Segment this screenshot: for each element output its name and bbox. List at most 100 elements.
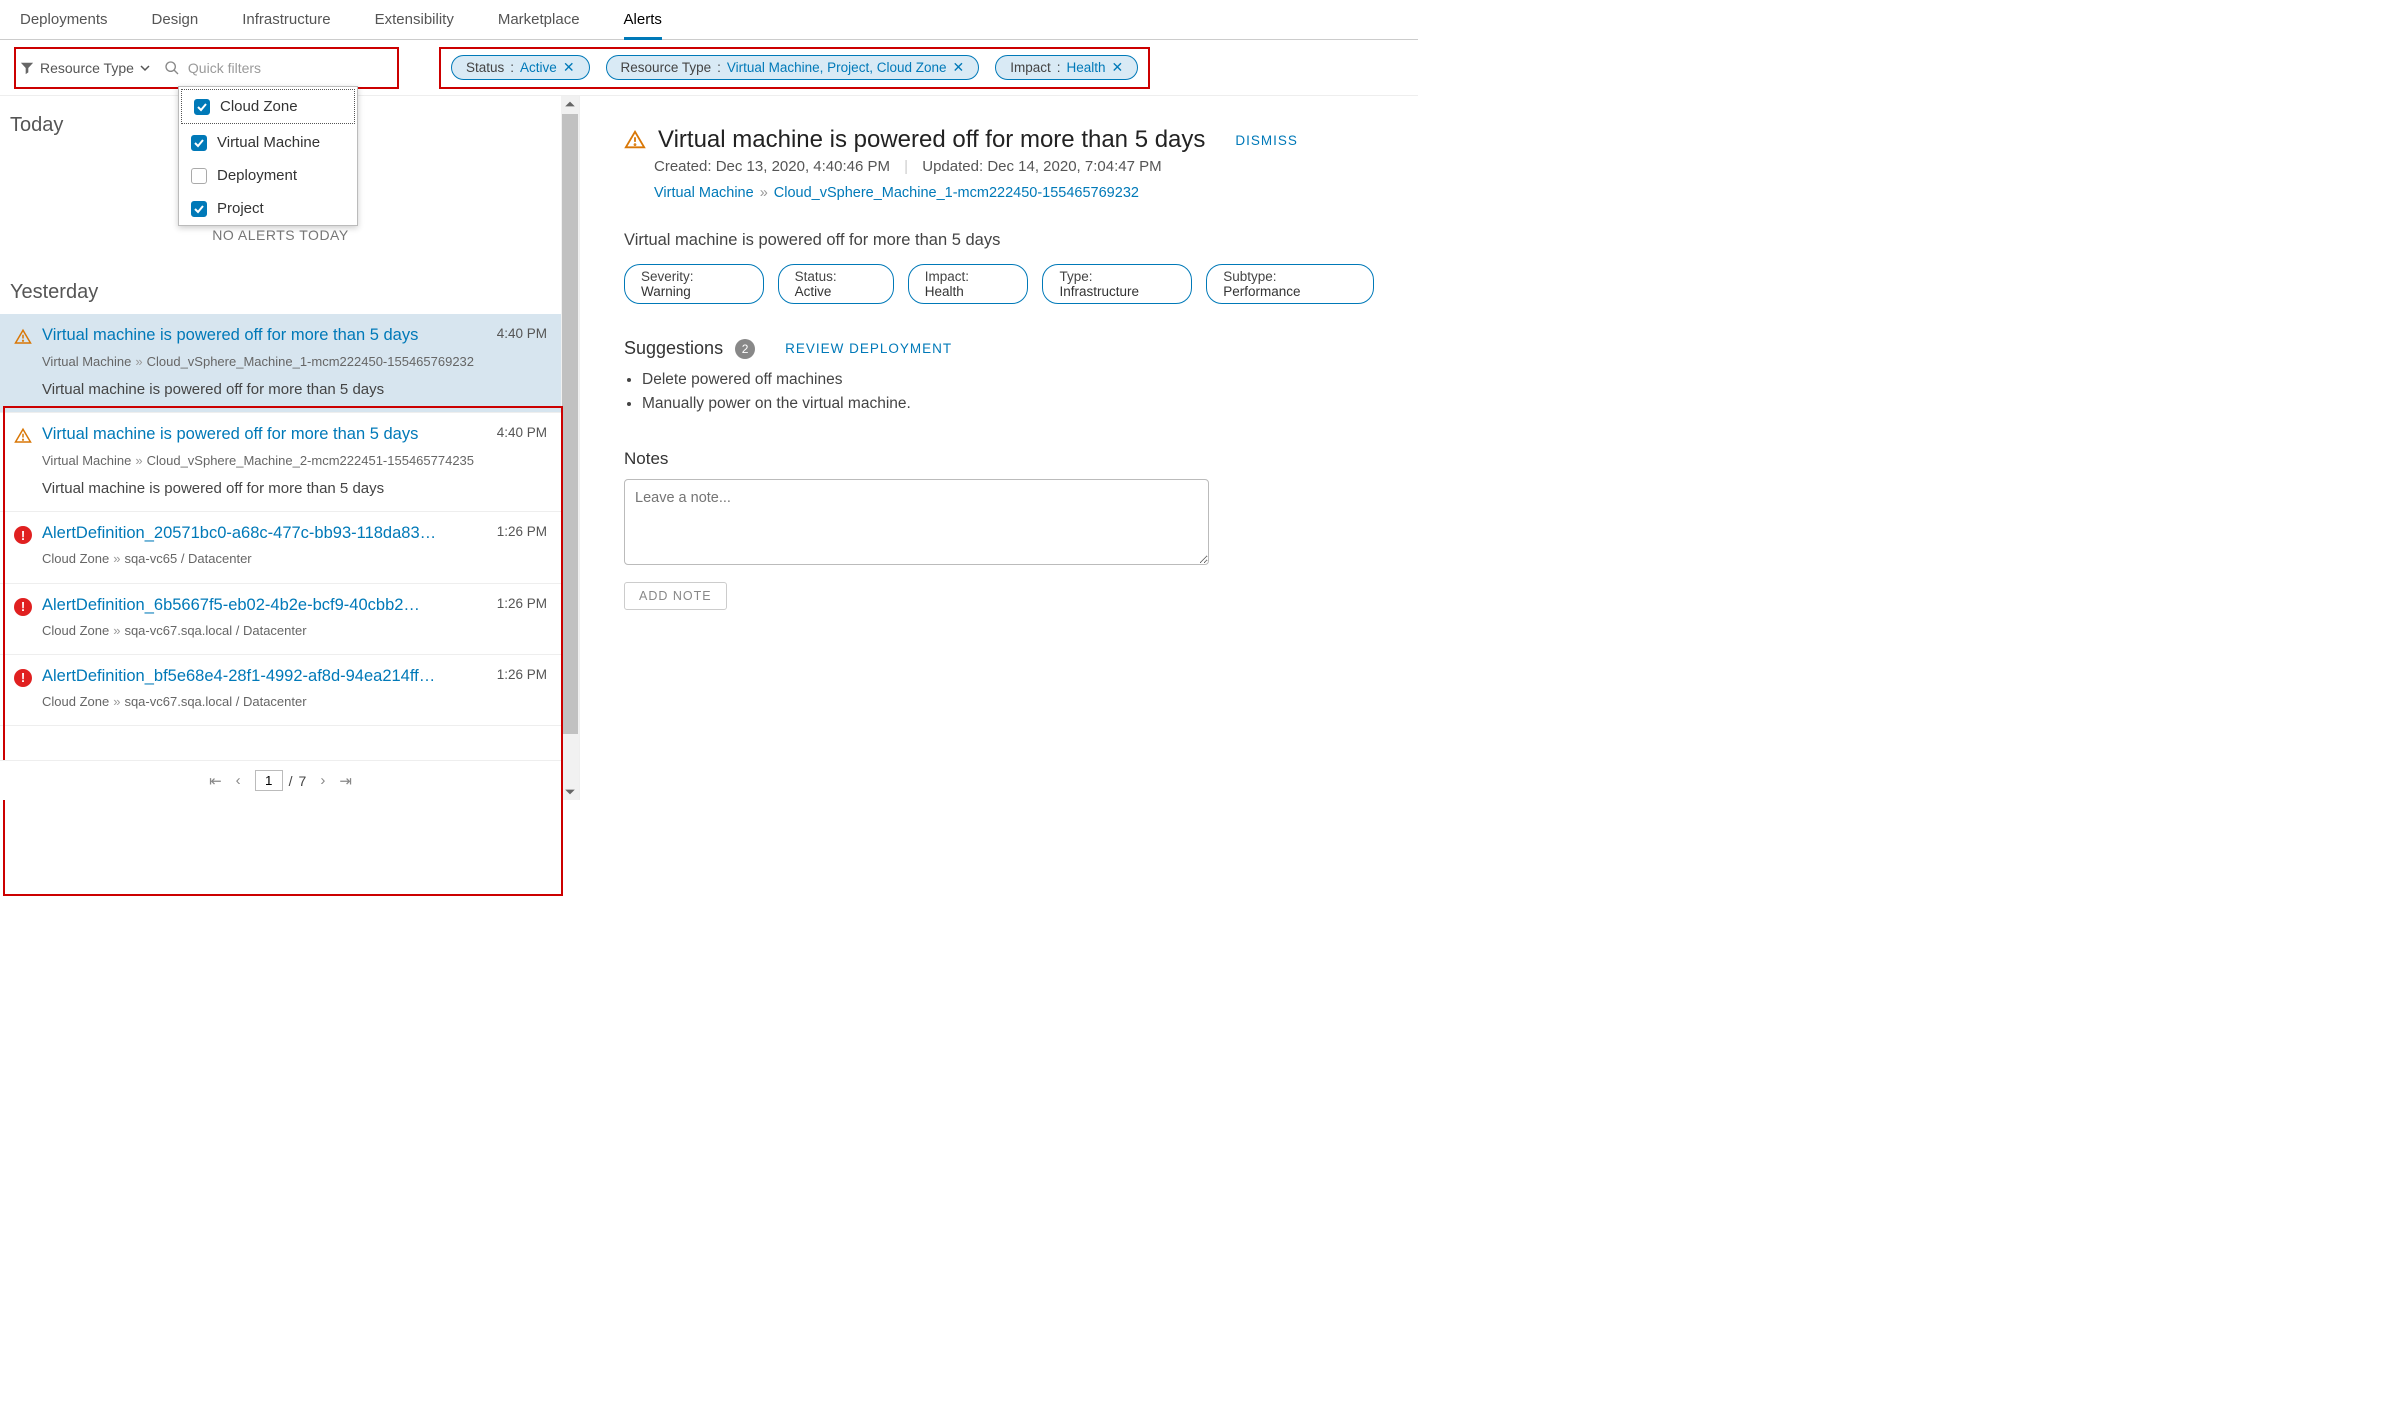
menu-option-cloud-zone[interactable]: Cloud Zone bbox=[181, 89, 355, 124]
menu-option-label: Deployment bbox=[217, 167, 297, 184]
top-nav: Deployments Design Infrastructure Extens… bbox=[0, 0, 1418, 40]
scroll-down-icon[interactable] bbox=[564, 786, 576, 798]
quick-filters[interactable]: Quick filters bbox=[164, 60, 261, 76]
alert-card[interactable]: ! AlertDefinition_bf5e68e4-28f1-4992-af8… bbox=[0, 655, 561, 726]
alert-detail-panel: Virtual machine is powered off for more … bbox=[580, 96, 1418, 800]
scrollbar[interactable] bbox=[561, 96, 579, 800]
page-total: 7 bbox=[299, 773, 307, 789]
page-prev-button[interactable]: ‹ bbox=[236, 772, 241, 789]
suggestions-list: Delete powered off machines Manually pow… bbox=[624, 371, 1374, 413]
filter-pill-status[interactable]: Status: Active ✕ bbox=[451, 55, 590, 80]
quick-filters-placeholder: Quick filters bbox=[188, 60, 261, 76]
menu-option-label: Project bbox=[217, 200, 264, 217]
filter-icon bbox=[20, 61, 34, 75]
filter-pill-impact[interactable]: Impact: Health ✕ bbox=[995, 55, 1138, 80]
alert-card[interactable]: ! AlertDefinition_20571bc0-a68c-477c-bb9… bbox=[0, 512, 561, 583]
page-input[interactable] bbox=[255, 770, 283, 791]
close-icon[interactable]: ✕ bbox=[953, 59, 965, 76]
tab-extensibility[interactable]: Extensibility bbox=[353, 0, 476, 40]
suggestions-header: Suggestions bbox=[624, 338, 723, 359]
critical-icon: ! bbox=[14, 526, 32, 544]
pill-key: Impact bbox=[1010, 60, 1051, 75]
detail-summary: Virtual machine is powered off for more … bbox=[624, 231, 1374, 250]
close-icon[interactable]: ✕ bbox=[563, 59, 575, 76]
detail-dates: Created: Dec 13, 2020, 4:40:46 PM | Upda… bbox=[654, 158, 1374, 175]
checkbox-icon[interactable] bbox=[191, 135, 207, 151]
notes-header: Notes bbox=[624, 449, 1374, 469]
scroll-thumb[interactable] bbox=[562, 114, 578, 734]
tab-deployments[interactable]: Deployments bbox=[20, 0, 130, 40]
tag-severity: Severity: Warning bbox=[624, 264, 764, 304]
alert-title: Virtual machine is powered off for more … bbox=[42, 425, 481, 444]
menu-option-deployment[interactable]: Deployment bbox=[179, 159, 357, 192]
checkbox-icon[interactable] bbox=[194, 99, 210, 115]
alert-title: Virtual machine is powered off for more … bbox=[42, 326, 481, 345]
checkbox-icon[interactable] bbox=[191, 201, 207, 217]
page-next-button[interactable]: › bbox=[320, 772, 325, 789]
pill-value: Health bbox=[1067, 60, 1106, 75]
alert-card[interactable]: ! AlertDefinition_6b5667f5-eb02-4b2e-bcf… bbox=[0, 584, 561, 655]
section-yesterday: Yesterday bbox=[0, 263, 561, 310]
checkbox-icon[interactable] bbox=[191, 168, 207, 184]
alert-summary: Virtual machine is powered off for more … bbox=[42, 480, 547, 497]
alert-breadcrumb: Virtual Machine»Cloud_vSphere_Machine_2-… bbox=[42, 452, 547, 470]
resource-type-dropdown[interactable]: Resource Type bbox=[20, 60, 150, 76]
pill-value: Active bbox=[520, 60, 557, 75]
alert-breadcrumb: Cloud Zone»sqa-vc65 / Datacenter bbox=[42, 550, 547, 568]
pill-key: Status bbox=[466, 60, 504, 75]
warning-icon bbox=[624, 129, 646, 151]
close-icon[interactable]: ✕ bbox=[1112, 59, 1124, 76]
tag-type: Type: Infrastructure bbox=[1042, 264, 1192, 304]
scroll-up-icon[interactable] bbox=[564, 98, 576, 110]
chevron-down-icon bbox=[140, 63, 150, 73]
filter-pill-resource-type[interactable]: Resource Type: Virtual Machine, Project,… bbox=[606, 55, 980, 80]
alert-card[interactable]: Virtual machine is powered off for more … bbox=[0, 413, 561, 512]
detail-title: Virtual machine is powered off for more … bbox=[658, 126, 1205, 154]
alert-list: Virtual machine is powered off for more … bbox=[0, 310, 561, 726]
critical-icon: ! bbox=[14, 669, 32, 687]
detail-tags: Severity: Warning Status: Active Impact:… bbox=[624, 264, 1374, 304]
page-last-button[interactable]: ⇥ bbox=[339, 772, 352, 790]
resource-type-menu: Cloud Zone Virtual Machine Deployment Pr… bbox=[178, 86, 358, 226]
alert-time: 4:40 PM bbox=[497, 326, 547, 341]
alert-title: AlertDefinition_bf5e68e4-28f1-4992-af8d-… bbox=[42, 667, 481, 686]
suggestions-count-badge: 2 bbox=[735, 339, 755, 359]
tag-status: Status: Active bbox=[778, 264, 894, 304]
resource-type-label: Resource Type bbox=[40, 60, 134, 76]
tag-impact: Impact: Health bbox=[908, 264, 1029, 304]
page-first-button[interactable]: ⇤ bbox=[209, 772, 222, 790]
tab-infrastructure[interactable]: Infrastructure bbox=[220, 0, 352, 40]
alert-breadcrumb: Cloud Zone»sqa-vc67.sqa.local / Datacent… bbox=[42, 622, 547, 640]
warning-icon bbox=[14, 427, 32, 448]
menu-option-virtual-machine[interactable]: Virtual Machine bbox=[179, 126, 357, 159]
notes-input[interactable] bbox=[624, 479, 1209, 565]
review-deployment-button[interactable]: REVIEW DEPLOYMENT bbox=[785, 341, 952, 356]
tab-design[interactable]: Design bbox=[130, 0, 221, 40]
alert-breadcrumb: Cloud Zone»sqa-vc67.sqa.local / Datacent… bbox=[42, 693, 547, 711]
page-sep: / bbox=[289, 773, 293, 789]
menu-option-project[interactable]: Project bbox=[179, 192, 357, 225]
critical-icon: ! bbox=[14, 598, 32, 616]
active-filters: Status: Active ✕ Resource Type: Virtual … bbox=[439, 47, 1150, 89]
alert-card[interactable]: Virtual machine is powered off for more … bbox=[0, 314, 561, 413]
search-icon bbox=[164, 60, 180, 76]
empty-message: NO ALERTS TODAY bbox=[212, 227, 348, 243]
pill-key: Resource Type bbox=[621, 60, 712, 75]
tab-marketplace[interactable]: Marketplace bbox=[476, 0, 602, 40]
detail-breadcrumb[interactable]: Virtual Machine»Cloud_vSphere_Machine_1-… bbox=[654, 185, 1374, 201]
alert-time: 1:26 PM bbox=[497, 524, 547, 539]
add-note-button[interactable]: ADD NOTE bbox=[624, 582, 727, 610]
alert-time: 4:40 PM bbox=[497, 425, 547, 440]
tab-alerts[interactable]: Alerts bbox=[602, 0, 684, 40]
menu-option-label: Virtual Machine bbox=[217, 134, 320, 151]
suggestion-item: Manually power on the virtual machine. bbox=[642, 395, 1374, 413]
alert-time: 1:26 PM bbox=[497, 667, 547, 682]
menu-option-label: Cloud Zone bbox=[220, 98, 298, 115]
alert-title: AlertDefinition_20571bc0-a68c-477c-bb93-… bbox=[42, 524, 481, 543]
suggestion-item: Delete powered off machines bbox=[642, 371, 1374, 389]
alert-summary: Virtual machine is powered off for more … bbox=[42, 381, 547, 398]
dismiss-button[interactable]: DISMISS bbox=[1235, 133, 1298, 148]
alert-time: 1:26 PM bbox=[497, 596, 547, 611]
warning-icon bbox=[14, 328, 32, 349]
alert-title: AlertDefinition_6b5667f5-eb02-4b2e-bcf9-… bbox=[42, 596, 481, 615]
